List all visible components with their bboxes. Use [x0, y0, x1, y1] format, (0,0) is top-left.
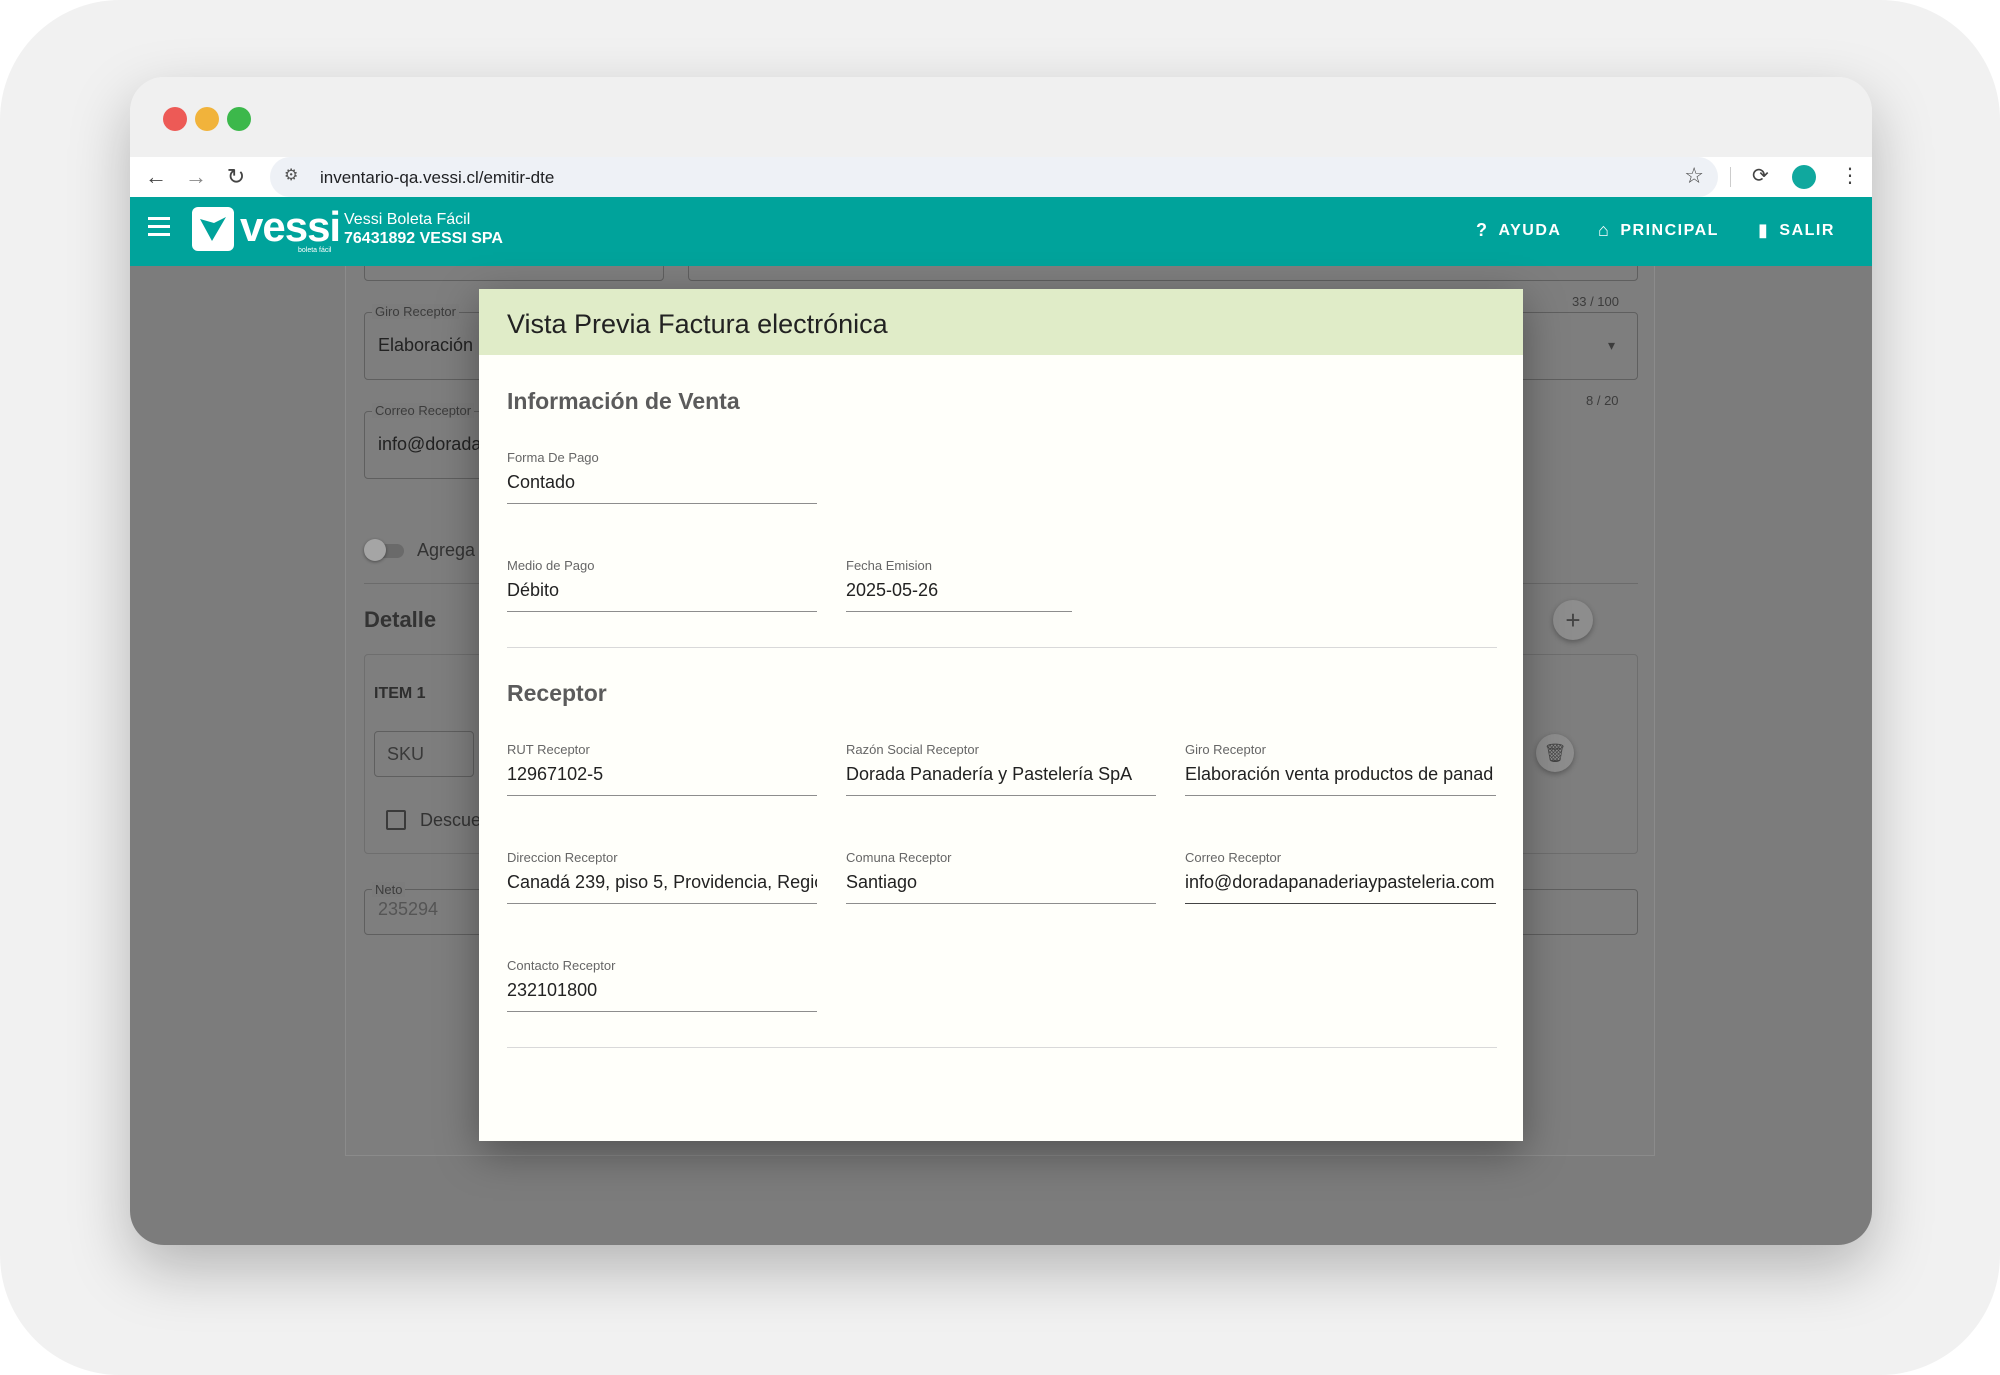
medio-pago-field: Medio de Pago Débito — [507, 556, 817, 612]
nav-ayuda-label: AYUDA — [1498, 221, 1562, 239]
bg-toggle-label: Agrega — [417, 540, 476, 560]
direccion-receptor-label: Direccion Receptor — [507, 850, 618, 865]
profile-avatar-icon[interactable] — [1792, 165, 1816, 189]
app-header: vessi boleta fácil Vessi Boleta Fácil 76… — [130, 197, 1872, 266]
forma-pago-field: Forma De Pago Contado — [507, 448, 817, 504]
home-icon: ⌂ — [1598, 220, 1611, 240]
exit-door-icon: ▮ — [1758, 220, 1770, 240]
nav-principal-button[interactable]: ⌂ PRINCIPAL — [1598, 220, 1719, 241]
extension-icon[interactable]: ⟳ — [1752, 163, 1769, 188]
minimize-window-button[interactable] — [195, 107, 219, 131]
contacto-receptor-value: 232101800 — [507, 980, 598, 1000]
url-text[interactable]: inventario-qa.vessi.cl/emitir-dte — [320, 168, 554, 188]
contacto-receptor-label: Contacto Receptor — [507, 958, 616, 973]
vessi-logo-icon — [192, 207, 234, 251]
bg-giro-label: Giro Receptor — [372, 304, 459, 319]
more-vert-icon[interactable]: ⋮ — [1840, 163, 1860, 188]
logo-subtext: boleta fácil — [298, 247, 332, 254]
bg-neto-value: 235294 — [378, 899, 439, 919]
comuna-receptor-field: Comuna Receptor Santiago — [846, 848, 1156, 904]
direccion-receptor-field: Direccion Receptor Canadá 239, piso 5, P… — [507, 848, 817, 904]
razon-social-label: Razón Social Receptor — [846, 742, 979, 757]
help-icon: ? — [1476, 220, 1489, 240]
rut-receptor-value: 12967102-5 — [507, 764, 604, 784]
bg-detalle-title: Detalle — [364, 607, 437, 632]
bg-neto-label: Neto — [372, 882, 406, 897]
forma-pago-label: Forma De Pago — [507, 450, 599, 465]
bg-correo-value: info@dorada — [378, 434, 482, 454]
fecha-emision-label: Fecha Emision — [846, 558, 932, 573]
correo-receptor-label: Correo Receptor — [1185, 850, 1282, 865]
maximize-window-button[interactable] — [227, 107, 251, 131]
dialog-header: Vista Previa Factura electrónica — [479, 289, 1523, 355]
medio-pago-value: Débito — [507, 580, 560, 600]
bg-descuento-checkbox — [386, 810, 406, 830]
preview-invoice-dialog: Vista Previa Factura electrónica Informa… — [479, 289, 1523, 1141]
fecha-emision-field: Fecha Emision 2025-05-26 — [846, 556, 1072, 612]
close-window-button[interactable] — [163, 107, 187, 131]
razon-social-field: Razón Social Receptor Dorada Panadería y… — [846, 740, 1156, 796]
bg-counter-1: 33 / 100 — [1572, 294, 1619, 309]
bg-dropdown-icon: ▾ — [1608, 337, 1616, 353]
giro-receptor-field: Giro Receptor Elaboración venta producto… — [1185, 740, 1496, 796]
bg-giro-value: Elaboración — [378, 335, 474, 355]
nav-ayuda-button[interactable]: ? AYUDA — [1476, 220, 1561, 241]
dialog-title: Vista Previa Factura electrónica — [507, 309, 888, 339]
nav-salir-button[interactable]: ▮ SALIR — [1758, 220, 1835, 241]
comuna-receptor-label: Comuna Receptor — [846, 850, 952, 865]
forma-pago-value: Contado — [507, 472, 576, 492]
star-icon[interactable]: ☆ — [1684, 163, 1704, 189]
bg-field-top-right — [688, 266, 1638, 281]
contacto-receptor-field: Contacto Receptor 232101800 — [507, 956, 817, 1012]
rut-receptor-field: RUT Receptor 12967102-5 — [507, 740, 817, 796]
medio-pago-label: Medio de Pago — [507, 558, 595, 573]
bg-add-item-icon: + — [1553, 600, 1593, 640]
bg-item-label: ITEM 1 — [374, 685, 426, 702]
company-name: 76431892 VESSI SPA — [344, 230, 503, 247]
toolbar-separator — [1730, 167, 1731, 187]
bg-sku-placeholder: SKU — [387, 744, 425, 764]
bg-descuento-label: Descue — [420, 810, 482, 830]
logo-text: vessi — [240, 203, 341, 250]
nav-salir-label: SALIR — [1779, 221, 1835, 239]
bottom-divider — [507, 1047, 1497, 1048]
bg-counter-2: 8 / 20 — [1586, 393, 1619, 408]
correo-receptor-value: info@doradapanaderiaypasteleria.com — [1185, 872, 1495, 892]
comuna-receptor-value: Santiago — [846, 872, 918, 892]
bg-toggle-knob — [364, 539, 386, 561]
rut-receptor-label: RUT Receptor — [507, 742, 590, 757]
giro-receptor-value: Elaboración venta productos de panad — [1185, 764, 1494, 784]
forward-arrow-icon[interactable]: → — [182, 163, 210, 191]
direccion-receptor-value: Canadá 239, piso 5, Providencia, Regió — [507, 872, 817, 892]
address-bar[interactable]: ⚙ inventario-qa.vessi.cl/emitir-dte ☆ — [270, 157, 1718, 197]
venta-section-title: Información de Venta — [507, 388, 740, 414]
receptor-section-title: Receptor — [507, 680, 607, 706]
section-divider — [507, 647, 1497, 648]
browser-titlebar — [130, 77, 1872, 157]
menu-icon[interactable] — [148, 217, 172, 237]
back-arrow-icon[interactable]: ← — [142, 163, 170, 191]
reload-icon[interactable]: ↻ — [222, 163, 250, 191]
bg-correo-label: Correo Receptor — [372, 403, 475, 418]
app-name: Vessi Boleta Fácil — [344, 211, 471, 228]
giro-receptor-label: Giro Receptor — [1185, 742, 1266, 757]
fecha-emision-value: 2025-05-26 — [846, 580, 939, 600]
bg-field-top-left — [364, 266, 664, 281]
site-info-icon[interactable]: ⚙ — [284, 165, 298, 185]
correo-receptor-field: Correo Receptor info@doradapanaderiaypas… — [1185, 848, 1496, 904]
bg-delete-icon: 🗑 — [1536, 734, 1574, 772]
nav-principal-label: PRINCIPAL — [1620, 221, 1719, 239]
razon-social-value: Dorada Panadería y Pastelería SpA — [846, 764, 1133, 784]
browser-toolbar: ← → ↻ ⚙ inventario-qa.vessi.cl/emitir-dt… — [130, 157, 1872, 197]
